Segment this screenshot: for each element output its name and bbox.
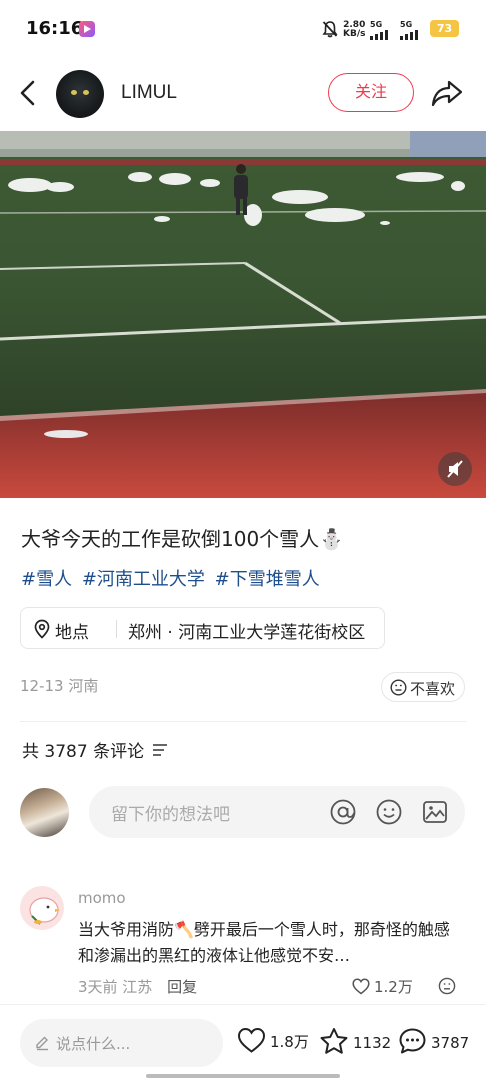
frown-face-icon: [390, 679, 407, 696]
avatar-cat-eye: [71, 90, 77, 95]
status-time: 16:16: [26, 18, 84, 39]
location-value: 郑州 · 河南工业大学莲花街校区: [128, 623, 366, 643]
quick-comment-input[interactable]: 说点什么...: [20, 1019, 223, 1067]
back-arrow-icon[interactable]: [14, 76, 44, 110]
favorite-count: 1132: [353, 1034, 392, 1052]
dislike-button[interactable]: 不喜欢: [381, 672, 465, 702]
comment-like-count: 1.2万: [374, 978, 413, 996]
author-username[interactable]: LIMUL: [121, 82, 177, 104]
comment-meta: 3天前 江苏 回复: [78, 976, 197, 997]
emoji-smile-icon[interactable]: [375, 798, 403, 826]
at-mention-icon[interactable]: [329, 798, 357, 826]
status-bar: 16:16 2.80 KB/s 5G 5G 73: [0, 0, 486, 58]
image-picker-icon[interactable]: [421, 798, 449, 826]
chat-bubble-icon: [399, 1028, 426, 1054]
avatar-cat-eye: [83, 90, 89, 95]
post-date: 12-13 河南: [20, 677, 99, 695]
signal-sim2-icon: 5G: [400, 20, 418, 40]
comment-time-location: 3天前 江苏: [78, 978, 153, 996]
like-count: 1.8万: [270, 1033, 309, 1051]
hashtag-link[interactable]: #河南工业大学: [82, 569, 205, 590]
home-indicator[interactable]: [146, 1074, 340, 1078]
comment-count: 共 3787 条评论: [22, 742, 145, 762]
location-chip[interactable]: 地点 郑州 · 河南工业大学莲花街校区: [20, 607, 385, 649]
mute-toggle-button[interactable]: [438, 452, 472, 486]
star-icon: [320, 1028, 348, 1054]
bird-cartoon-icon: [29, 897, 60, 925]
section-divider: [20, 721, 466, 722]
commenter-avatar[interactable]: [20, 886, 64, 930]
location-label: 地点: [55, 623, 89, 643]
hashtag-link[interactable]: #下雪堆雪人: [215, 569, 320, 590]
comment-input-placeholder: 留下你的想法吧: [111, 805, 230, 825]
follow-button[interactable]: 关注: [328, 73, 414, 112]
comment-total-count: 3787: [431, 1034, 470, 1052]
sim1-label: 5G: [370, 20, 383, 29]
signal-sim1-icon: 5G: [370, 20, 388, 40]
sort-lines-icon[interactable]: [152, 743, 168, 757]
comment-frown-icon[interactable]: [438, 977, 456, 995]
post-photo[interactable]: [0, 131, 486, 498]
heart-outline-icon: [352, 978, 370, 995]
heart-icon: [237, 1027, 266, 1053]
sim2-label: 5G: [400, 20, 413, 29]
pen-icon: [36, 1036, 48, 1051]
comment-like-button[interactable]: 1.2万: [352, 976, 413, 997]
reply-button[interactable]: 回复: [167, 978, 197, 996]
post-header: LIMUL 关注: [0, 62, 486, 124]
hashtag-link[interactable]: #雪人: [21, 569, 72, 590]
post-title: 大爷今天的工作是砍倒100个雪人⛄: [21, 527, 345, 551]
post-tags: #雪人 #河南工业大学 #下雪堆雪人: [21, 565, 324, 591]
my-avatar: [20, 788, 69, 837]
commenter-name[interactable]: momo: [78, 889, 126, 907]
share-icon[interactable]: [430, 76, 464, 110]
comment-text: 当大爷用消防🪓劈开最后一个雪人时，那奇怪的触感和渗漏出的黑红的液体让他感觉不安…: [78, 920, 450, 965]
video-app-icon: [79, 21, 95, 37]
snowy-field-image: [0, 131, 486, 498]
speed-unit: KB/s: [343, 29, 366, 39]
network-speed: 2.80 KB/s: [343, 21, 365, 39]
author-avatar[interactable]: [56, 70, 104, 118]
battery-indicator: 73: [430, 20, 459, 37]
quick-comment-placeholder: 说点什么...: [56, 1035, 131, 1053]
comment-input[interactable]: 留下你的想法吧: [89, 786, 465, 838]
comment-button[interactable]: 3787: [398, 1027, 469, 1055]
location-divider: [116, 620, 117, 638]
dislike-label: 不喜欢: [410, 680, 456, 698]
favorite-button[interactable]: 1132: [319, 1027, 391, 1055]
speaker-muted-icon: [447, 460, 463, 478]
location-pin-icon: [34, 619, 50, 639]
like-button[interactable]: 1.8万: [237, 1027, 309, 1054]
bottom-action-bar: 说点什么... 1.8万 1132 3787: [0, 1004, 486, 1080]
mute-bell-icon: [322, 21, 338, 38]
